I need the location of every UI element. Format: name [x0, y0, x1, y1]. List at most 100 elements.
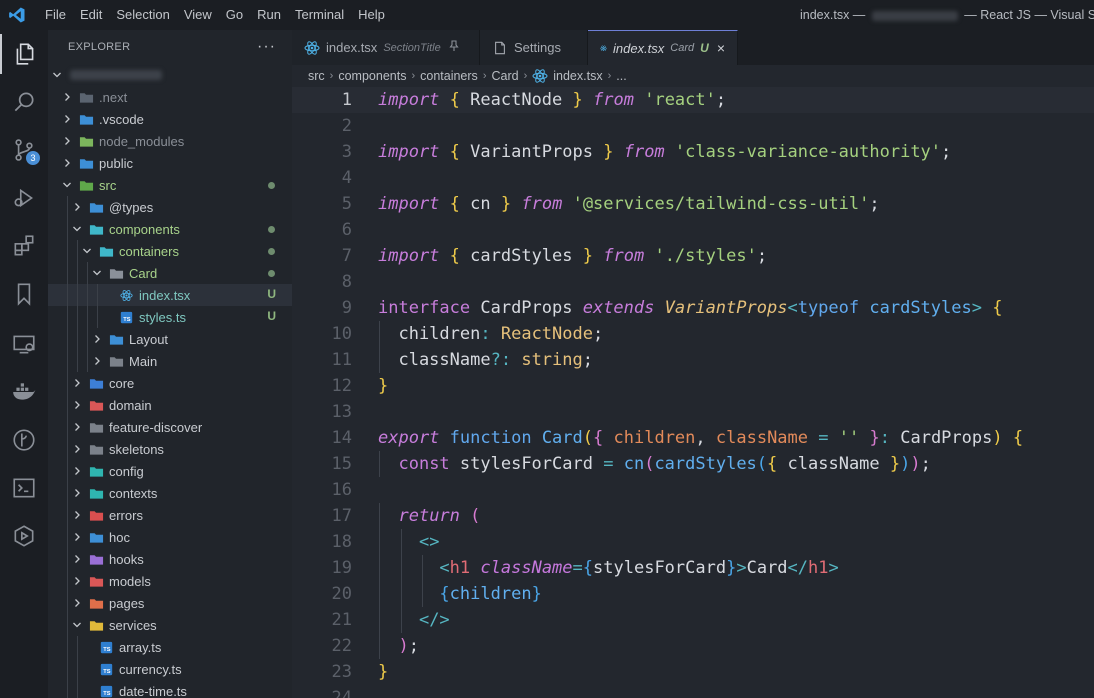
- breadcrumb-item[interactable]: ...: [616, 69, 626, 83]
- folder-item-Card[interactable]: Card: [48, 262, 292, 284]
- file-item-array-ts[interactable]: TS array.ts: [48, 636, 292, 658]
- folder-item-next[interactable]: .next: [48, 86, 292, 108]
- folder-item-vscode[interactable]: .vscode: [48, 108, 292, 130]
- docker-icon[interactable]: [0, 372, 48, 412]
- code-token: cardStyles: [654, 454, 757, 474]
- code-token: stylesForCard: [593, 558, 727, 578]
- indent-guide: [379, 451, 380, 477]
- git-graph-icon[interactable]: [0, 420, 48, 460]
- folder-item-containers[interactable]: containers: [48, 240, 292, 262]
- tree-item-label: currency.ts: [119, 661, 182, 677]
- workspace-root[interactable]: [48, 64, 292, 86]
- chevron-down-icon: [90, 266, 104, 280]
- folder-item-services[interactable]: services: [48, 614, 292, 636]
- tree-item-label: contexts: [109, 485, 158, 501]
- chevron-right-icon: [60, 112, 74, 126]
- breadcrumb-item[interactable]: src: [308, 69, 325, 83]
- chevron-right-icon: [70, 200, 84, 214]
- folder-item-components[interactable]: components: [48, 218, 292, 240]
- menu-view[interactable]: View: [177, 0, 219, 30]
- code-area[interactable]: import { ReactNode } from 'react'; import…: [378, 87, 1023, 698]
- chevron-right-icon: [90, 354, 104, 368]
- code-line: import { cardStyles } from './styles';: [378, 243, 1023, 269]
- code-token: }: [889, 454, 901, 474]
- menu-file[interactable]: File: [38, 0, 73, 30]
- folder-item-hooks[interactable]: hooks: [48, 548, 292, 570]
- folder-icon: [98, 244, 114, 258]
- close-icon[interactable]: ×: [717, 40, 725, 56]
- folder-item-hoc[interactable]: hoc: [48, 526, 292, 548]
- tree-item-label: public: [99, 155, 133, 171]
- search-icon[interactable]: [0, 82, 48, 122]
- menu-help[interactable]: Help: [351, 0, 392, 30]
- code-token: }: [500, 194, 512, 214]
- folder-item-config[interactable]: config: [48, 460, 292, 482]
- terminal-icon[interactable]: [0, 468, 48, 508]
- modified-dot: [268, 226, 275, 233]
- folder-item-src[interactable]: src: [48, 174, 292, 196]
- folder-item-models[interactable]: models: [48, 570, 292, 592]
- code-editor[interactable]: 1 2 3 4 5 6 7 8 9 10 11 12 13 14 15 16 17 18 19 20 21 22 23 24 …: [292, 87, 1094, 698]
- svg-text:TS: TS: [103, 669, 110, 675]
- folder-item-pages[interactable]: pages: [48, 592, 292, 614]
- breadcrumb-item[interactable]: Card: [491, 69, 518, 83]
- folder-item-skeletons[interactable]: skeletons: [48, 438, 292, 460]
- folder-item-contexts[interactable]: contexts: [48, 482, 292, 504]
- folder-item-node_modules[interactable]: node_modules: [48, 130, 292, 152]
- folder-item-feature-discover[interactable]: feature-discover: [48, 416, 292, 438]
- breadcrumb-item[interactable]: containers: [420, 69, 478, 83]
- folder-item-domain[interactable]: domain: [48, 394, 292, 416]
- file-item-styles-ts[interactable]: TS styles.ts U: [48, 306, 292, 328]
- tree-item-label: node_modules: [99, 133, 185, 149]
- pin-icon[interactable]: [449, 40, 459, 55]
- folder-item-public[interactable]: public: [48, 152, 292, 174]
- menu-edit[interactable]: Edit: [73, 0, 109, 30]
- file-item-index-tsx[interactable]: index.tsx U: [48, 284, 292, 306]
- tree-item-label: styles.ts: [139, 309, 186, 325]
- run-debug-icon[interactable]: [0, 178, 48, 218]
- line-number: 24: [331, 688, 352, 698]
- source-control-icon[interactable]: 3: [0, 130, 48, 170]
- code-token: </: [787, 558, 809, 578]
- code-token: interface: [378, 298, 471, 318]
- explorer-icon[interactable]: [0, 34, 48, 74]
- breadcrumb-item[interactable]: components: [338, 69, 406, 83]
- extensions-icon[interactable]: [0, 226, 48, 266]
- code-token: {: [593, 428, 604, 448]
- remote-explorer-icon[interactable]: [0, 324, 48, 364]
- sidebar-panel-icon[interactable]: [0, 516, 48, 556]
- tab-index-tsx-card[interactable]: index.tsx Card U ×: [588, 30, 738, 65]
- indent-guide: [87, 328, 88, 350]
- menu-terminal[interactable]: Terminal: [288, 0, 351, 30]
- svg-text:TS: TS: [123, 317, 130, 323]
- tab-index-tsx-sectiontitle[interactable]: index.tsx SectionTitle: [292, 30, 480, 65]
- folder-item-Main[interactable]: Main: [48, 350, 292, 372]
- menu-run[interactable]: Run: [250, 0, 288, 30]
- folder-item-core[interactable]: core: [48, 372, 292, 394]
- file-item-date-time-ts[interactable]: TS date-time.ts: [48, 680, 292, 698]
- file-item-currency-ts[interactable]: TS currency.ts: [48, 658, 292, 680]
- tab-Settings[interactable]: Settings: [480, 30, 588, 65]
- vscode-logo-icon[interactable]: [0, 0, 34, 30]
- menu-go[interactable]: Go: [219, 0, 250, 30]
- indent-guide: [67, 460, 68, 482]
- code-token: (: [756, 454, 768, 474]
- indent-guide: [77, 636, 78, 658]
- indent-guide: [77, 350, 78, 372]
- indent-guide: [422, 555, 424, 581]
- tree-item-label: config: [109, 463, 144, 479]
- folder-item-types[interactable]: @types: [48, 196, 292, 218]
- breadcrumb-item[interactable]: index.tsx: [553, 69, 602, 83]
- bookmarks-icon[interactable]: [0, 274, 48, 314]
- more-actions-icon[interactable]: ···: [257, 38, 276, 56]
- chevron-right-icon: ›: [482, 70, 487, 82]
- code-token: =: [603, 454, 614, 474]
- menu-selection[interactable]: Selection: [109, 0, 176, 30]
- folder-item-errors[interactable]: errors: [48, 504, 292, 526]
- line-number: 13: [331, 402, 352, 422]
- folder-item-Layout[interactable]: Layout: [48, 328, 292, 350]
- chevron-right-icon: [70, 464, 84, 478]
